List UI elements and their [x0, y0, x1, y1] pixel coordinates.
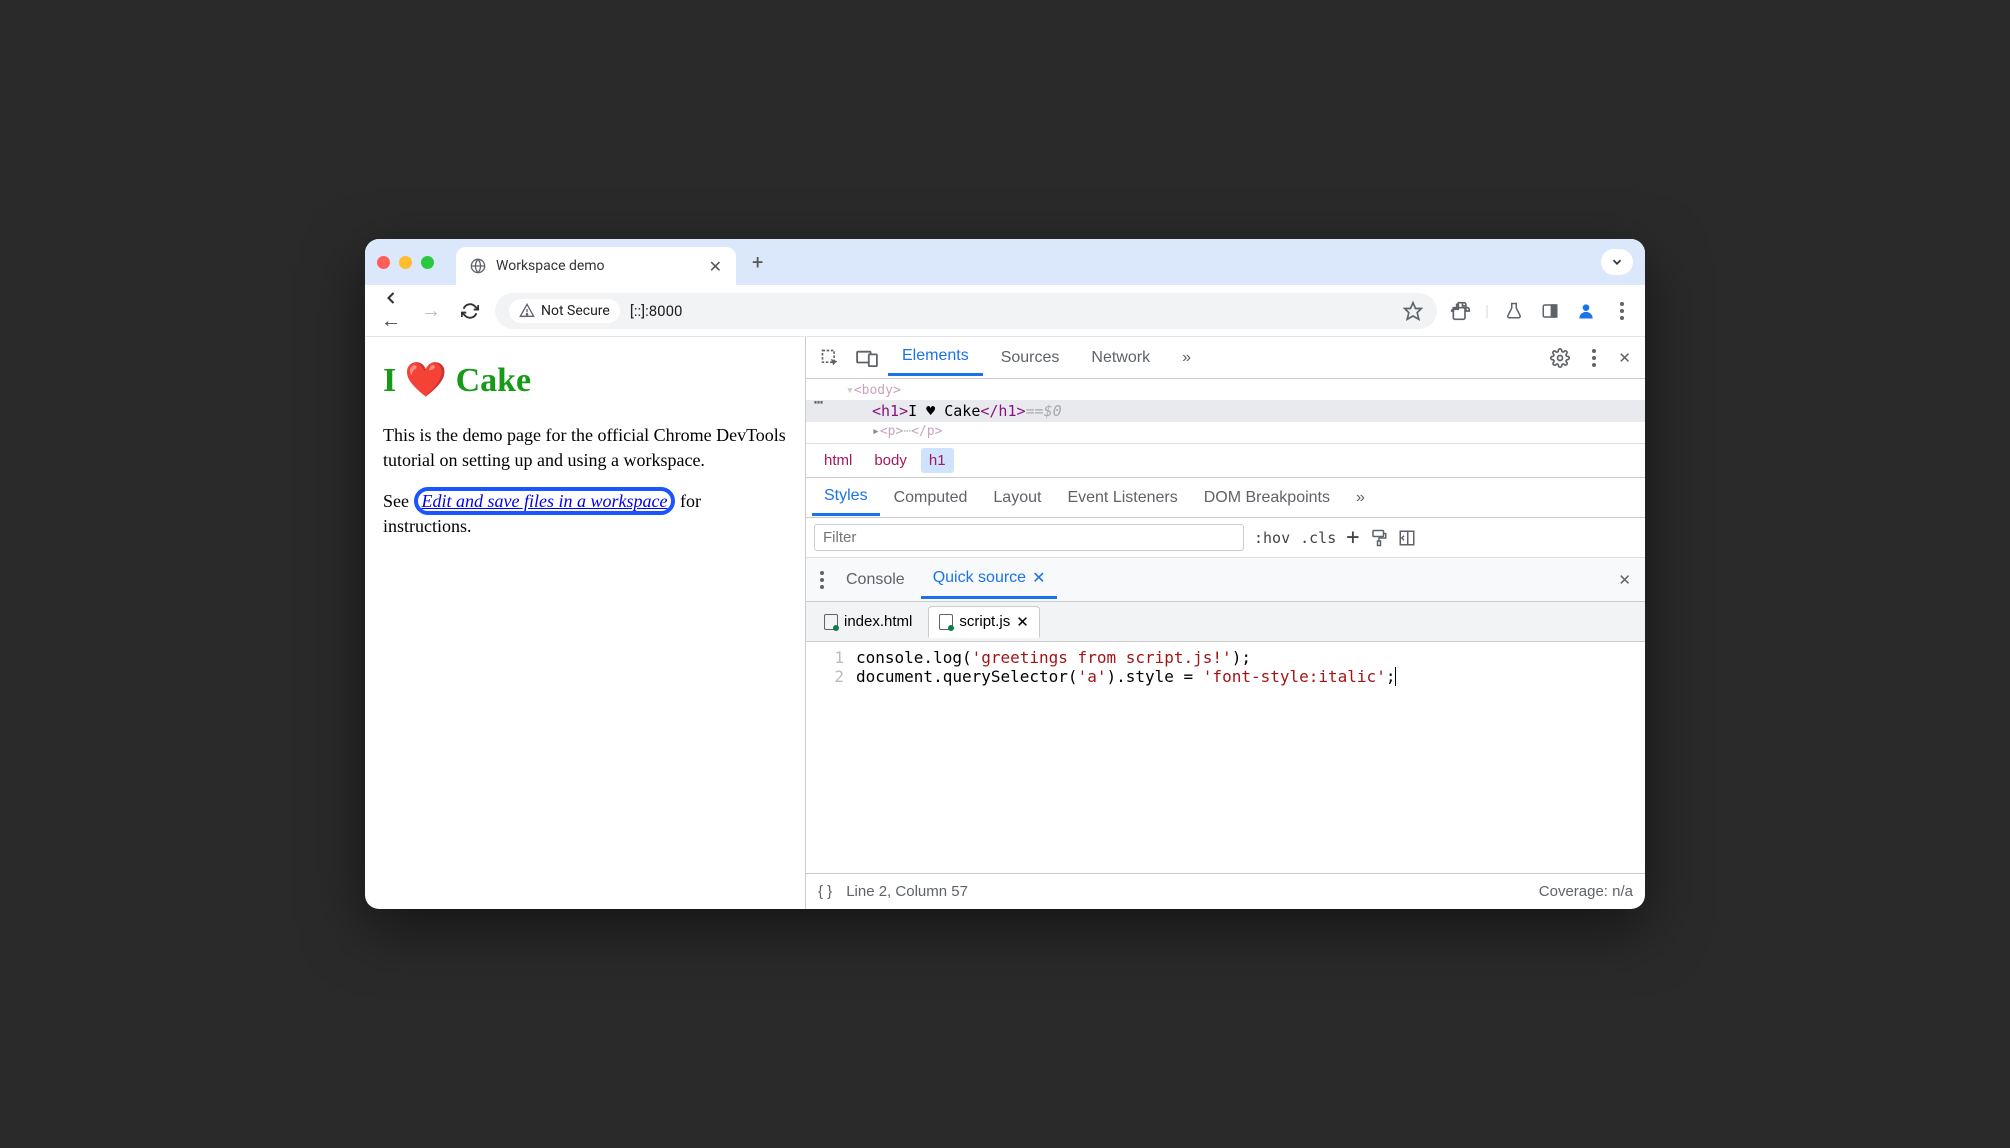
code-line-2: document.querySelector('a').style = 'fon…	[856, 667, 1406, 686]
tab-dom-breakpoints[interactable]: DOM Breakpoints	[1192, 481, 1342, 515]
crumb-h1[interactable]: h1	[921, 448, 954, 473]
tab-layout[interactable]: Layout	[981, 481, 1053, 515]
minimize-window-button[interactable]	[399, 256, 412, 269]
drawer-tabs: Console Quick source ✕ ✕	[806, 558, 1645, 602]
content-area: I ❤️ Cake This is the demo page for the …	[365, 337, 1645, 909]
dom-row-body[interactable]: ▾ <body>	[806, 381, 1645, 400]
toolbar-icons: |	[1449, 300, 1633, 322]
drawer-menu-icon[interactable]	[814, 565, 830, 595]
tab-quick-source[interactable]: Quick source ✕	[921, 560, 1058, 599]
profile-icon[interactable]	[1575, 300, 1597, 322]
link-callout: Edit and save files in a workspace	[414, 487, 676, 515]
cls-toggle[interactable]: .cls	[1300, 529, 1336, 547]
tab-elements[interactable]: Elements	[888, 339, 983, 376]
extensions-icon[interactable]	[1449, 300, 1471, 322]
devtools-panel: Elements Sources Network » ✕ ⋯ ▾ <body> …	[805, 337, 1645, 909]
tab-network[interactable]: Network	[1077, 341, 1164, 375]
paint-icon[interactable]	[1370, 529, 1388, 547]
labs-icon[interactable]	[1503, 300, 1525, 322]
browser-window: Workspace demo ✕ + ← → Not Secure [::]:8…	[365, 239, 1645, 909]
file-tabs: index.html script.js ✕	[806, 602, 1645, 642]
tab-computed[interactable]: Computed	[882, 481, 980, 515]
security-chip[interactable]: Not Secure	[509, 299, 620, 323]
menu-icon[interactable]	[1611, 300, 1633, 322]
device-toolbar-icon[interactable]	[850, 343, 884, 373]
maximize-window-button[interactable]	[421, 256, 434, 269]
tabs-dropdown-button[interactable]	[1601, 249, 1633, 275]
traffic-lights	[377, 256, 434, 269]
tag-h1-text: I ♥ Cake	[908, 402, 980, 420]
page-paragraph-1: This is the demo page for the official C…	[383, 423, 787, 473]
eq-label: ==	[1026, 402, 1044, 420]
omnibox[interactable]: Not Secure [::]:8000	[495, 293, 1437, 329]
format-icon[interactable]: { }	[818, 883, 832, 900]
devtools-close-icon[interactable]: ✕	[1612, 343, 1637, 373]
new-style-rule-icon[interactable]: +	[1346, 525, 1359, 550]
bookmark-star-icon[interactable]	[1403, 301, 1423, 321]
styles-tabs-overflow-icon[interactable]: »	[1344, 481, 1377, 515]
dom-ellipsis-icon[interactable]: ⋯	[814, 393, 824, 411]
tabs-overflow-icon[interactable]: »	[1168, 341, 1205, 375]
dom-row-h1[interactable]: <h1>I ♥ Cake</h1> == $0	[806, 400, 1645, 422]
dollar-label: $0	[1044, 402, 1062, 420]
tab-sources[interactable]: Sources	[987, 341, 1074, 375]
coverage-label: Coverage: n/a	[1539, 883, 1633, 900]
dom-breadcrumbs: html body h1	[806, 443, 1645, 478]
computed-toggle-icon[interactable]	[1398, 529, 1416, 547]
rendered-page: I ❤️ Cake This is the demo page for the …	[365, 337, 805, 909]
tab-styles[interactable]: Styles	[812, 479, 880, 516]
close-tab-button[interactable]: ✕	[709, 257, 722, 276]
file-tab-index[interactable]: index.html	[814, 607, 922, 636]
side-panel-icon[interactable]	[1539, 300, 1561, 322]
drawer-close-icon[interactable]: ✕	[1612, 565, 1637, 595]
security-label: Not Secure	[541, 303, 610, 319]
code-editor[interactable]: 12 console.log('greetings from script.js…	[806, 642, 1645, 873]
crumb-html[interactable]: html	[816, 448, 860, 473]
dom-row-p[interactable]: ▸<p>⋯</p>	[806, 422, 1645, 441]
styles-tabs: Styles Computed Layout Event Listeners D…	[806, 478, 1645, 518]
tab-title: Workspace demo	[496, 258, 605, 274]
inspect-icon[interactable]	[814, 342, 846, 374]
workspace-link[interactable]: Edit and save files in a workspace	[422, 491, 668, 511]
file-icon	[939, 614, 953, 630]
back-button[interactable]: ←	[377, 284, 405, 337]
titlebar: Workspace demo ✕ +	[365, 239, 1645, 285]
new-tab-button[interactable]: +	[752, 250, 763, 274]
devtools-main-tabs: Elements Sources Network » ✕	[806, 337, 1645, 379]
address-bar: ← → Not Secure [::]:8000 |	[365, 285, 1645, 337]
url-text: [::]:8000	[630, 302, 683, 320]
browser-tab[interactable]: Workspace demo ✕	[456, 247, 736, 285]
code-lines: console.log('greetings from script.js!')…	[856, 642, 1406, 873]
close-window-button[interactable]	[377, 256, 390, 269]
page-heading: I ❤️ Cake	[383, 357, 787, 405]
file-icon	[824, 614, 838, 630]
code-line-1: console.log('greetings from script.js!')…	[856, 648, 1406, 667]
devtools-menu-icon[interactable]	[1586, 343, 1602, 373]
styles-filter-input[interactable]	[814, 524, 1244, 551]
hov-toggle[interactable]: :hov	[1254, 529, 1290, 547]
reload-button[interactable]	[457, 298, 483, 324]
tag-h1-open: <h1>	[872, 402, 908, 420]
close-icon[interactable]: ✕	[1016, 613, 1029, 631]
cursor-position: Line 2, Column 57	[846, 883, 968, 900]
tab-console[interactable]: Console	[834, 563, 917, 597]
file-tab-script[interactable]: script.js ✕	[928, 606, 1039, 638]
forward-button[interactable]: →	[417, 294, 445, 327]
close-icon[interactable]: ✕	[1032, 568, 1045, 588]
globe-icon	[470, 258, 486, 274]
settings-gear-icon[interactable]	[1544, 342, 1576, 374]
styles-filter-row: :hov .cls +	[806, 518, 1645, 558]
tab-event-listeners[interactable]: Event Listeners	[1055, 481, 1189, 515]
crumb-body[interactable]: body	[866, 448, 915, 473]
tag-h1-close: </h1>	[980, 402, 1025, 420]
line-gutter: 12	[806, 642, 856, 873]
p2-pre: See	[383, 491, 414, 511]
page-paragraph-2: See Edit and save files in a workspace f…	[383, 489, 787, 539]
editor-statusbar: { } Line 2, Column 57 Coverage: n/a	[806, 873, 1645, 909]
dom-tree[interactable]: ⋯ ▾ <body> <h1>I ♥ Cake</h1> == $0 ▸<p>⋯…	[806, 379, 1645, 443]
